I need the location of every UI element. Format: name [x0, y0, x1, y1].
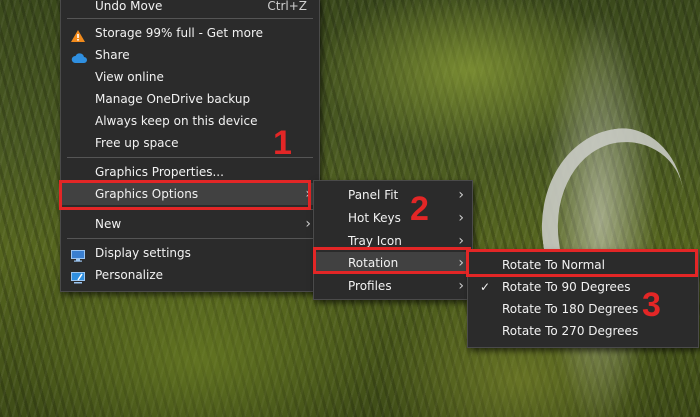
chevron-right-icon: › — [458, 187, 464, 203]
menu-item-share[interactable]: Share — [61, 44, 319, 66]
menu-item-label: Free up space — [95, 136, 179, 150]
highlight-box-rotate-to-normal — [466, 249, 698, 277]
menu-item-personalize[interactable]: Personalize — [61, 264, 319, 286]
chevron-right-icon: › — [458, 210, 464, 226]
warning-icon — [71, 27, 85, 42]
submenu-item-profiles[interactable]: Profiles › — [314, 275, 472, 297]
menu-item-label: Storage 99% full - Get more — [95, 26, 263, 40]
highlight-box-rotation — [313, 247, 471, 274]
menu-item-label: View online — [95, 70, 164, 84]
menu-separator — [67, 238, 313, 239]
menu-item-label: New — [95, 217, 122, 231]
submenu-item-rotate-180[interactable]: Rotate To 180 Degrees — [468, 298, 698, 320]
cloud-icon — [71, 49, 87, 63]
menu-item-new[interactable]: New › — [61, 213, 319, 235]
shortcut-label: Ctrl+Z — [267, 0, 307, 13]
step-number-1: 1 — [273, 124, 292, 162]
menu-item-display-settings[interactable]: Display settings — [61, 242, 319, 264]
menu-item-undo-move[interactable]: Undo Move Ctrl+Z — [61, 0, 319, 17]
menu-item-label: Rotate To 90 Degrees — [502, 280, 631, 294]
menu-item-storage-full[interactable]: Storage 99% full - Get more — [61, 22, 319, 44]
chevron-right-icon: › — [458, 278, 464, 294]
submenu-item-rotate-270[interactable]: Rotate To 270 Degrees — [468, 320, 698, 342]
menu-item-label: Panel Fit — [348, 188, 399, 202]
menu-separator — [67, 18, 313, 19]
submenu-item-rotate-90[interactable]: ✓ Rotate To 90 Degrees — [468, 276, 698, 298]
menu-item-manage-onedrive-backup[interactable]: Manage OneDrive backup — [61, 88, 319, 110]
chevron-right-icon: › — [305, 216, 311, 232]
checkmark-icon: ✓ — [480, 280, 491, 294]
submenu-item-hot-keys[interactable]: Hot Keys › — [314, 207, 472, 229]
step-number-3: 3 — [642, 286, 661, 324]
submenu-item-panel-fit[interactable]: Panel Fit › — [314, 184, 472, 206]
menu-item-label: Undo Move — [95, 0, 163, 13]
menu-item-label: Always keep on this device — [95, 114, 258, 128]
menu-item-label: Share — [95, 48, 130, 62]
menu-item-label: Rotate To 270 Degrees — [502, 324, 639, 338]
highlight-box-graphics-options — [59, 180, 311, 210]
menu-item-label: Profiles — [348, 279, 392, 293]
menu-item-view-online[interactable]: View online — [61, 66, 319, 88]
menu-item-label: Manage OneDrive backup — [95, 92, 251, 106]
menu-item-label: Display settings — [95, 246, 191, 260]
menu-item-label: Rotate To 180 Degrees — [502, 302, 639, 316]
menu-item-label: Personalize — [95, 268, 164, 282]
graphics-options-submenu: Panel Fit › Hot Keys › Tray Icon › Rotat… — [313, 180, 473, 300]
display-icon — [71, 247, 85, 262]
personalize-icon — [71, 269, 85, 284]
menu-item-label: Hot Keys — [348, 211, 401, 225]
step-number-2: 2 — [410, 190, 429, 228]
